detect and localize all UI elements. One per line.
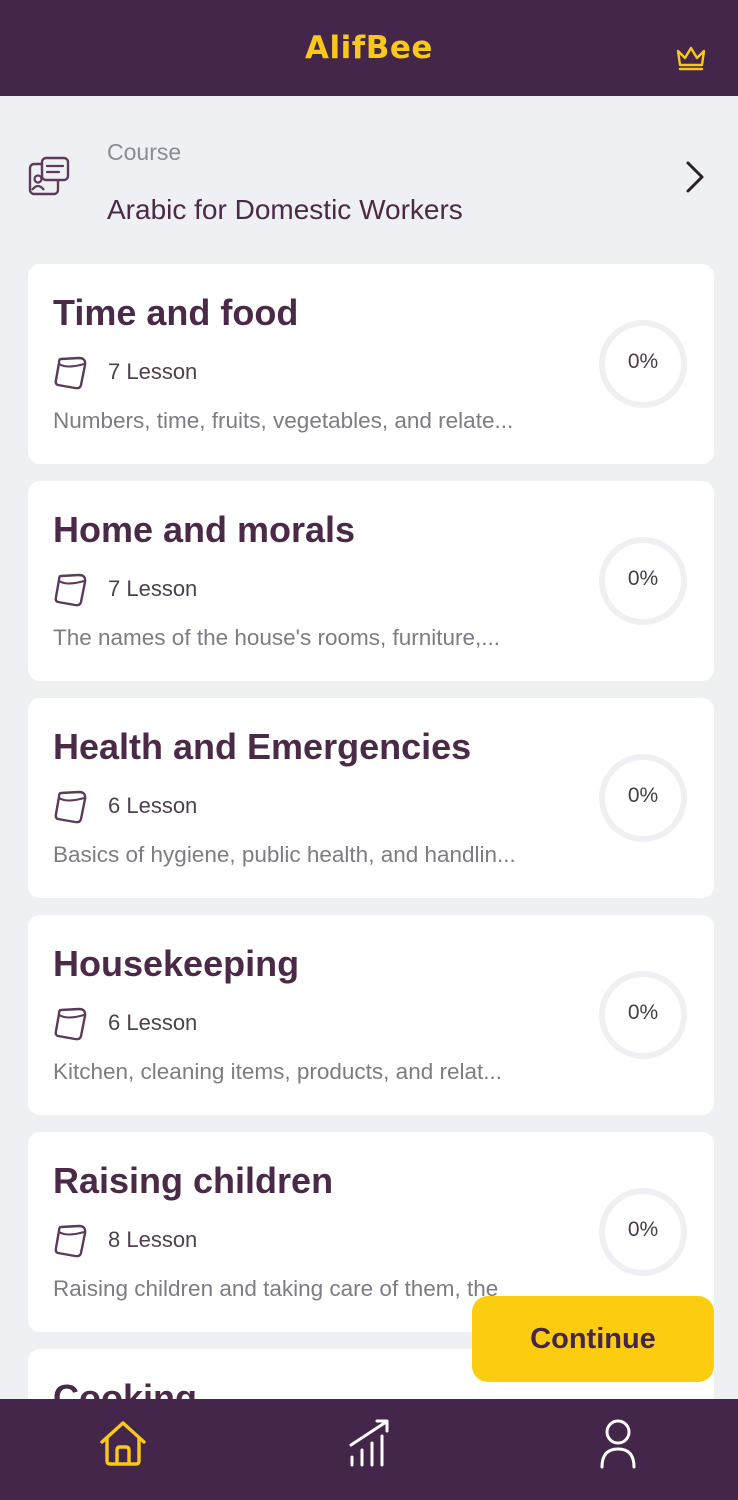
unit-description: Numbers, time, fruits, vegetables, and r…: [53, 408, 514, 433]
lesson-icon: [54, 356, 87, 390]
stats-icon[interactable]: [344, 1417, 396, 1469]
lesson-icon: [54, 790, 87, 824]
progress-label: 0%: [627, 567, 659, 590]
app-logo: AlifBee: [305, 30, 433, 66]
lesson-count: 8 Lesson: [108, 1227, 198, 1252]
lesson-count: 6 Lesson: [108, 793, 198, 818]
lesson-count: 6 Lesson: [108, 1010, 198, 1035]
home-icon[interactable]: [97, 1417, 149, 1469]
unit-title: Health and Emergencies: [53, 726, 472, 767]
course-icon: [28, 156, 70, 196]
course-name: Arabic for Domestic Workers: [107, 194, 463, 225]
progress-label: 0%: [627, 1001, 659, 1024]
unit-description: Basics of hygiene, public health, and ha…: [53, 842, 516, 867]
unit-card[interactable]: Health and Emergencies 6 Lesson Basics o…: [28, 698, 714, 898]
unit-title: Home and morals: [53, 509, 356, 550]
course-caption: Course: [107, 139, 182, 165]
chevron-right-icon[interactable]: [683, 160, 707, 194]
unit-title: Housekeeping: [53, 943, 300, 984]
lesson-icon: [54, 1224, 87, 1258]
crown-icon[interactable]: [674, 43, 708, 73]
progress-label: 0%: [627, 350, 659, 373]
unit-description: Kitchen, cleaning items, products, and r…: [53, 1059, 502, 1084]
unit-description: The names of the house's rooms, furnitur…: [53, 625, 501, 650]
lesson-count: 7 Lesson: [108, 576, 198, 601]
unit-card[interactable]: Home and morals 7 Lesson The names of th…: [28, 481, 714, 681]
progress-label: 0%: [627, 784, 659, 807]
continue-button[interactable]: Continue: [472, 1296, 714, 1382]
profile-icon[interactable]: [592, 1417, 644, 1469]
unit-title: Raising children: [53, 1160, 334, 1201]
unit-title: Time and food: [53, 292, 299, 333]
lesson-icon: [54, 1007, 87, 1041]
progress-label: 0%: [627, 1218, 659, 1241]
lesson-count: 7 Lesson: [108, 359, 198, 384]
course-selector[interactable]: [0, 96, 738, 261]
unit-card[interactable]: Time and food 7 Lesson Numbers, time, fr…: [28, 264, 714, 464]
lesson-icon: [54, 573, 87, 607]
unit-card[interactable]: Housekeeping 6 Lesson Kitchen, cleaning …: [28, 915, 714, 1115]
bottom-nav: [0, 1399, 738, 1500]
top-bar: AlifBee: [0, 0, 738, 96]
